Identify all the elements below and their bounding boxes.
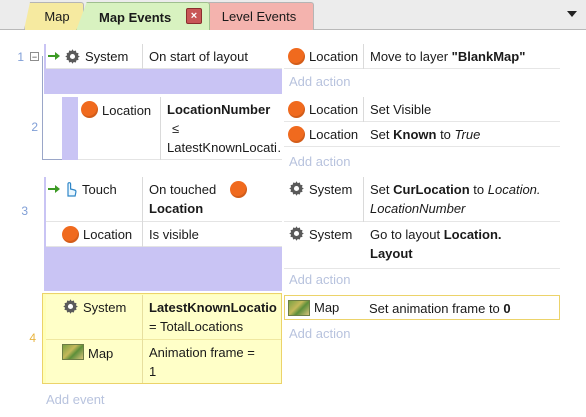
map-tile-icon xyxy=(62,344,84,360)
condition-text[interactable]: LocationNumber ≤ LatestKnownLocati… xyxy=(161,97,282,160)
location-dot-icon xyxy=(81,101,98,118)
gear-icon xyxy=(289,226,304,241)
condition-line: ≤ xyxy=(172,121,180,136)
condition-line: On touched xyxy=(149,182,217,197)
object-name: System xyxy=(309,182,353,197)
tab-label: Level Events xyxy=(221,9,297,24)
action-object[interactable]: Location xyxy=(284,97,364,122)
object-name: System xyxy=(83,300,127,315)
action-param: 0 xyxy=(503,301,511,316)
object-name: Location xyxy=(309,126,359,142)
gear-icon xyxy=(63,299,78,314)
action-param: Layout xyxy=(370,246,413,261)
condition-object[interactable]: Touch xyxy=(46,177,142,222)
action-text-part: Set animation frame to xyxy=(369,301,504,316)
location-dot-icon xyxy=(62,225,79,243)
object-name: Location xyxy=(83,226,133,242)
trigger-arrow-icon xyxy=(48,52,60,60)
add-action-link[interactable]: Add action xyxy=(289,72,350,91)
object-name: System xyxy=(85,48,129,64)
action-param: CurLocation xyxy=(393,182,470,197)
action-object[interactable]: System xyxy=(284,222,364,269)
condition-param: LatestKnownLocatio xyxy=(149,300,277,315)
close-icon: × xyxy=(190,10,198,22)
condition-param: Location xyxy=(149,201,204,216)
event-number: 1 xyxy=(17,50,24,64)
condition-object[interactable]: Location xyxy=(78,97,160,160)
condition-line: Animation frame = xyxy=(149,345,255,360)
action-text[interactable]: Set animation frame to 0 xyxy=(363,295,560,320)
condition-text[interactable]: LatestKnownLocatio = TotalLocations xyxy=(143,295,281,340)
condition-text[interactable]: On touched Location xyxy=(143,177,282,222)
touch-hand-icon xyxy=(67,182,77,197)
action-param: Known xyxy=(393,127,437,142)
object-name: Location xyxy=(309,101,359,117)
action-text[interactable]: Move to layer "BlankMap" xyxy=(364,44,560,69)
action-text-part: Go to layout xyxy=(370,227,444,242)
location-dot-icon xyxy=(230,181,248,198)
gear-icon xyxy=(289,181,304,196)
action-object[interactable]: Location xyxy=(284,122,364,147)
location-dot-icon xyxy=(288,125,305,143)
action-param: Location. xyxy=(487,182,541,197)
collapse-toggle[interactable]: − xyxy=(30,52,39,62)
action-text-part: Set xyxy=(370,182,394,197)
action-text-part: to xyxy=(469,182,488,197)
tab-label: Map Events xyxy=(99,9,172,25)
condition-line: 1 xyxy=(149,364,157,379)
add-event-link[interactable]: Add event xyxy=(46,390,105,409)
condition-object[interactable]: System xyxy=(46,44,142,69)
tab-level-events[interactable]: Level Events xyxy=(198,2,314,30)
add-action-link[interactable]: Add action xyxy=(289,270,350,289)
action-text-part: to xyxy=(436,127,455,142)
condition-text[interactable]: On start of layout xyxy=(143,44,282,69)
location-dot-icon xyxy=(288,100,305,118)
action-param: LocationNumber xyxy=(370,201,466,216)
action-text[interactable]: Set Known to True xyxy=(364,122,560,147)
action-object[interactable]: Location xyxy=(284,44,364,69)
map-tile-icon xyxy=(288,299,310,316)
event-number: 2 xyxy=(31,120,38,134)
object-name: Location xyxy=(309,48,359,64)
condition-line: LatestKnownLocati… xyxy=(167,140,282,155)
condition-object[interactable]: System xyxy=(46,295,142,340)
location-dot-icon xyxy=(288,47,305,65)
add-action-link[interactable]: Add action xyxy=(289,324,350,343)
action-text-part: Set xyxy=(370,127,394,142)
tab-label: Map xyxy=(44,9,70,24)
action-object[interactable]: System xyxy=(284,177,364,222)
trigger-arrow-icon xyxy=(48,185,60,193)
action-text[interactable]: Set Visible xyxy=(364,97,560,122)
tab-map[interactable]: Map xyxy=(24,2,84,30)
tree-line xyxy=(42,159,62,160)
tab-menu-chevron-down-icon[interactable] xyxy=(565,9,579,19)
action-text-part: Move to layer xyxy=(370,49,452,64)
condition-line: LocationNumber xyxy=(167,102,271,117)
tree-line xyxy=(42,56,43,160)
action-param: Location. xyxy=(443,227,502,242)
action-text[interactable]: Set CurLocation to Location. LocationNum… xyxy=(364,177,560,222)
event-number: 3 xyxy=(21,204,28,218)
action-param: True xyxy=(454,127,481,142)
action-text[interactable]: Go to layout Location. Layout xyxy=(364,222,560,269)
condition-text[interactable]: Animation frame = 1 xyxy=(143,340,281,383)
object-name: Map xyxy=(314,300,340,315)
action-param: "BlankMap" xyxy=(451,49,526,64)
event-number: 4 xyxy=(29,331,36,345)
condition-line: = TotalLocations xyxy=(149,319,244,334)
add-action-link[interactable]: Add action xyxy=(289,152,350,171)
object-name: Touch xyxy=(82,182,117,197)
object-name: Location xyxy=(102,103,152,118)
action-object-selected[interactable]: Map xyxy=(284,295,364,320)
gear-icon xyxy=(65,48,80,64)
condition-text[interactable]: Is visible xyxy=(143,222,282,247)
condition-object[interactable]: Location xyxy=(46,222,142,247)
object-name: System xyxy=(309,227,353,242)
tab-close-button[interactable]: × xyxy=(186,8,202,24)
object-name: Map xyxy=(88,346,114,361)
condition-object[interactable]: Map xyxy=(46,340,142,383)
